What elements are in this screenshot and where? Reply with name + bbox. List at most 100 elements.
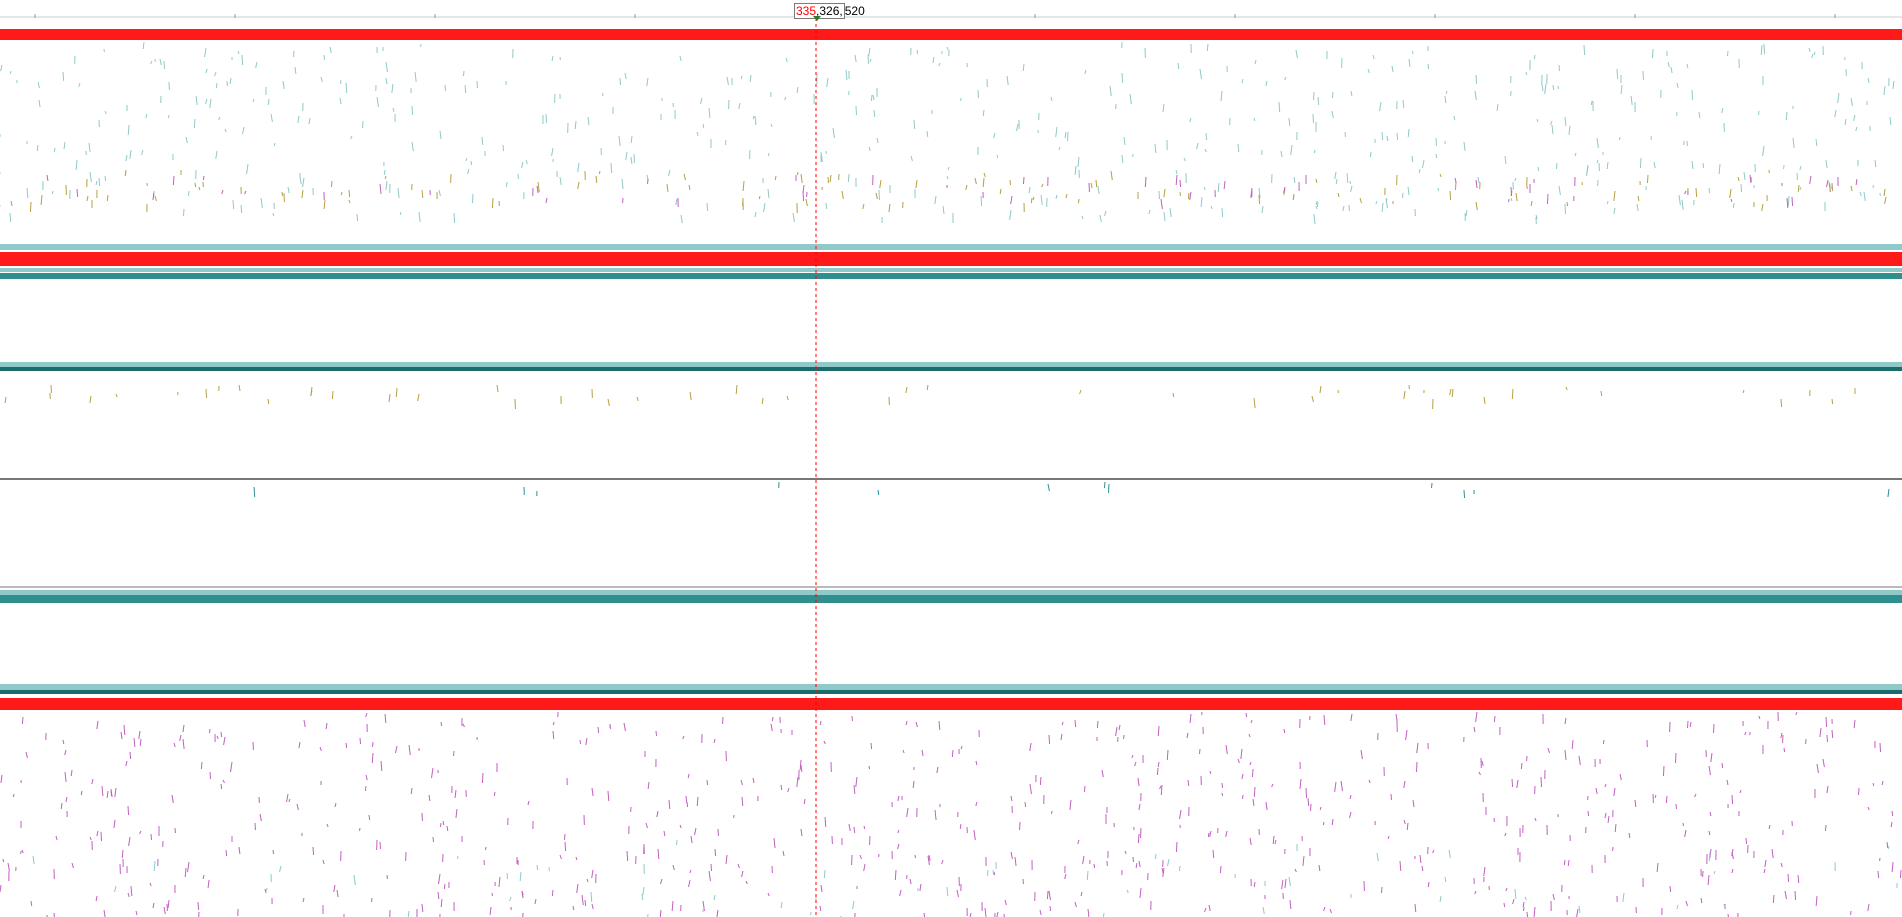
read-mark-magenta bbox=[1826, 179, 1829, 188]
read-mark-teal bbox=[399, 211, 402, 216]
read-mark-teal bbox=[852, 900, 855, 910]
read-mark-magenta bbox=[1877, 870, 1880, 879]
read-mark-magenta bbox=[1824, 824, 1827, 832]
read-mark-teal bbox=[1099, 214, 1102, 223]
read-mark-magenta bbox=[679, 824, 682, 829]
read-mark-magenta bbox=[319, 746, 322, 752]
read-mark-magenta bbox=[1186, 732, 1189, 739]
read-mark-teal bbox=[1169, 207, 1172, 218]
read-mark-magenta bbox=[671, 900, 674, 912]
read-mark-olive bbox=[154, 195, 157, 202]
read-mark-teal bbox=[1077, 156, 1080, 168]
read-mark-magenta bbox=[1749, 174, 1752, 184]
read-mark-teal bbox=[1210, 205, 1213, 210]
read-mark-teal bbox=[1047, 483, 1050, 492]
read-mark-teal bbox=[877, 489, 880, 496]
read-mark-magenta bbox=[1395, 713, 1398, 723]
read-mark-magenta bbox=[326, 823, 329, 828]
read-mark-magenta bbox=[1087, 908, 1090, 917]
read-mark-teal bbox=[63, 141, 66, 150]
read-mark-magenta bbox=[1179, 179, 1182, 188]
read-mark-teal bbox=[1200, 196, 1203, 208]
read-mark-olive bbox=[115, 393, 118, 398]
read-mark-magenta bbox=[1323, 906, 1326, 912]
read-mark-teal bbox=[1204, 148, 1207, 153]
read-mark-magenta bbox=[563, 833, 566, 841]
read-mark-magenta bbox=[1780, 732, 1783, 739]
read-mark-magenta bbox=[1403, 780, 1406, 789]
read-mark-magenta bbox=[725, 854, 728, 865]
read-mark-olive bbox=[774, 175, 777, 181]
read-mark-magenta bbox=[1251, 768, 1254, 778]
read-mark-magenta bbox=[238, 846, 241, 855]
read-mark-magenta bbox=[187, 861, 190, 873]
read-mark-teal bbox=[868, 146, 871, 152]
read-mark-magenta bbox=[934, 809, 937, 821]
read-mark-magenta bbox=[1241, 773, 1244, 780]
read-mark-teal bbox=[1205, 132, 1208, 141]
read-mark-magenta bbox=[668, 799, 671, 810]
read-mark-teal bbox=[1524, 896, 1527, 901]
read-mark-teal bbox=[205, 98, 208, 105]
read-mark-magenta bbox=[1349, 794, 1352, 800]
read-mark-teal bbox=[854, 54, 857, 63]
read-mark-magenta bbox=[1237, 758, 1240, 764]
read-mark-teal bbox=[754, 211, 757, 218]
read-mark-magenta bbox=[1175, 841, 1178, 853]
read-mark-teal bbox=[1074, 165, 1077, 176]
read-mark-teal bbox=[114, 885, 117, 893]
read-mark-teal bbox=[1221, 207, 1224, 218]
read-mark-magenta bbox=[1758, 715, 1761, 720]
read-mark-magenta bbox=[1710, 752, 1713, 763]
read-mark-magenta bbox=[1415, 761, 1418, 773]
read-mark-teal bbox=[1407, 186, 1410, 196]
read-mark-magenta bbox=[437, 891, 440, 900]
read-mark-magenta bbox=[106, 790, 109, 799]
read-mark-magenta bbox=[71, 862, 74, 869]
read-mark-teal bbox=[525, 159, 528, 165]
read-mark-magenta bbox=[1890, 821, 1893, 828]
read-mark-magenta bbox=[1322, 821, 1325, 826]
read-mark-magenta bbox=[0, 884, 2, 893]
coverage-band-light bbox=[0, 684, 1902, 690]
read-mark-magenta bbox=[713, 738, 716, 744]
read-mark-olive bbox=[761, 397, 764, 405]
read-mark-magenta bbox=[1764, 859, 1767, 868]
read-mark-magenta bbox=[438, 873, 441, 885]
read-mark-olive bbox=[1172, 392, 1175, 398]
read-mark-magenta bbox=[688, 879, 691, 888]
read-mark-teal bbox=[1740, 183, 1743, 193]
read-mark-magenta bbox=[1029, 742, 1032, 752]
read-mark-magenta bbox=[853, 784, 856, 795]
read-mark-magenta bbox=[1319, 806, 1322, 811]
read-mark-magenta bbox=[800, 828, 803, 837]
read-mark-magenta bbox=[1483, 866, 1486, 877]
read-mark-teal bbox=[946, 886, 949, 897]
read-mark-teal bbox=[1217, 182, 1220, 193]
read-mark-olive bbox=[1566, 201, 1569, 207]
position-readout: 335,326, 520 bbox=[794, 3, 865, 19]
read-mark-magenta bbox=[489, 906, 492, 916]
read-mark-teal bbox=[1288, 117, 1291, 127]
read-mark-teal bbox=[726, 76, 729, 86]
read-mark-teal bbox=[1653, 161, 1656, 169]
read-mark-magenta bbox=[1571, 739, 1574, 750]
read-mark-teal bbox=[823, 869, 826, 879]
read-mark-teal bbox=[1265, 80, 1268, 87]
read-mark-teal bbox=[1126, 889, 1129, 894]
read-mark-teal bbox=[942, 205, 945, 215]
read-mark-magenta bbox=[359, 737, 362, 745]
read-mark-magenta bbox=[216, 735, 219, 740]
read-mark-magenta bbox=[1786, 197, 1789, 209]
read-mark-teal bbox=[1086, 870, 1089, 881]
read-mark-teal bbox=[1055, 126, 1058, 138]
read-mark-teal bbox=[1064, 131, 1067, 139]
read-mark-magenta bbox=[1432, 849, 1435, 854]
read-mark-olive bbox=[340, 191, 343, 196]
alignment-tracks[interactable] bbox=[0, 0, 1902, 917]
read-mark-teal bbox=[947, 166, 950, 171]
read-mark-teal bbox=[1616, 68, 1619, 80]
read-mark-teal bbox=[1203, 186, 1206, 191]
read-mark-teal bbox=[1369, 151, 1372, 158]
alignment-viewer[interactable]: 335,326, 520 bbox=[0, 0, 1902, 917]
